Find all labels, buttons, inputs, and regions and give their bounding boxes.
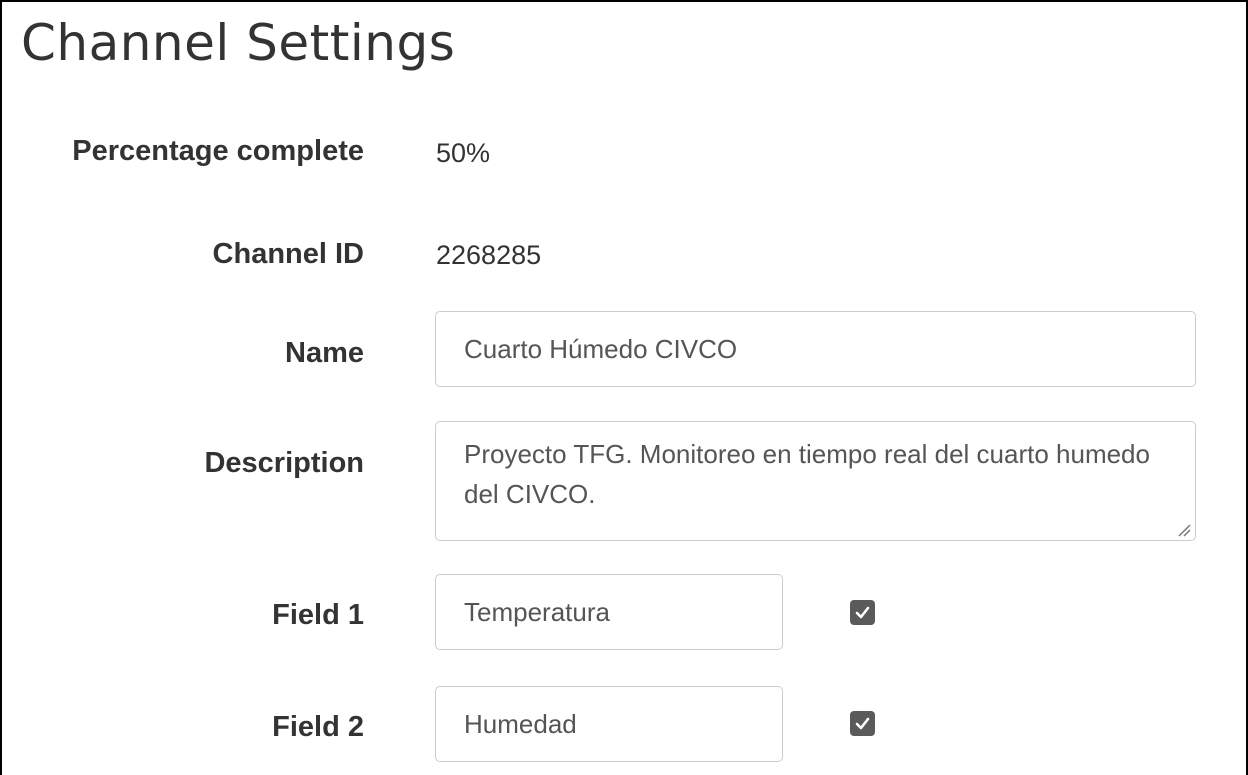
check-icon [855,717,870,730]
field-2-input-value: Humedad [464,708,577,739]
field-1-label: Field 1 [272,599,364,631]
channel-settings-panel: Channel Settings Percentage complete 50%… [0,0,1248,775]
description-label: Description [204,447,364,479]
field-2-input[interactable]: Humedad [435,686,783,762]
field-1-input-value: Temperatura [464,596,610,627]
field-2-checkbox[interactable] [850,711,875,736]
resize-grip-icon[interactable] [1177,523,1191,537]
description-textarea-value: Proyecto TFG. Monitoreo en tiempo real d… [464,439,1150,509]
channel-id-label: Channel ID [212,238,364,270]
name-input[interactable]: Cuarto Húmedo CIVCO [435,311,1196,387]
field-2-label: Field 2 [272,711,364,743]
channel-id-value: 2268285 [436,240,542,270]
description-textarea[interactable]: Proyecto TFG. Monitoreo en tiempo real d… [435,421,1196,541]
percentage-complete-value: 50% [436,138,491,168]
field-1-checkbox[interactable] [850,600,875,625]
name-input-value: Cuarto Húmedo CIVCO [464,333,738,364]
percentage-complete-label: Percentage complete [72,135,364,167]
name-label: Name [285,337,364,369]
check-icon [855,606,870,619]
page-title: Channel Settings [21,14,456,72]
field-1-input[interactable]: Temperatura [435,574,783,650]
